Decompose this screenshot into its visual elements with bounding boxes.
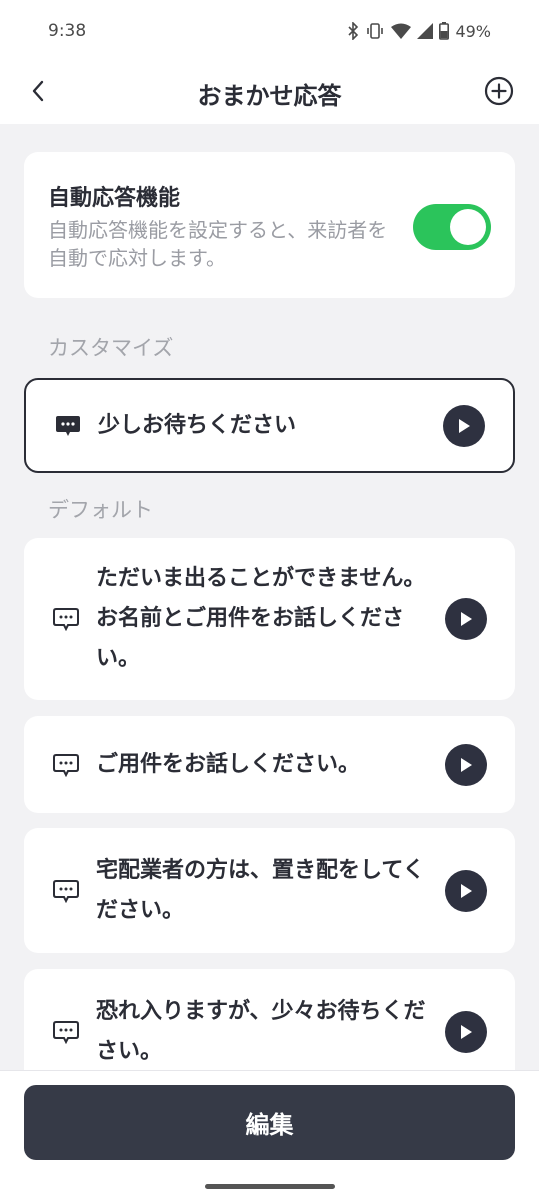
play-icon [459, 418, 470, 433]
message-outline-icon [52, 751, 80, 779]
wifi-icon [391, 23, 412, 39]
status-icons: 49% [347, 22, 491, 41]
status-bar: 9:38 49% [0, 0, 539, 62]
default-message-item[interactable]: 恐れ入りますが、少々お待ちください。 [24, 969, 515, 1070]
play-button[interactable] [445, 598, 487, 640]
message-outline-icon [52, 605, 80, 633]
play-button[interactable] [445, 1010, 487, 1053]
play-icon [461, 612, 472, 626]
vibrate-icon [365, 22, 385, 40]
battery-percent: 49% [455, 21, 491, 41]
signal-icon [417, 23, 434, 39]
page-title: おまかせ応答 [197, 81, 342, 110]
default-message-item[interactable]: ご用件をお話しください。 [24, 716, 515, 813]
message-text: 少しお待ちください [98, 412, 297, 438]
default-message-item[interactable]: 宅配業者の方は、置き配をしてください。 [24, 828, 515, 953]
section-label-default: デフォルト [48, 498, 153, 522]
play-icon [461, 1024, 472, 1039]
default-message-item[interactable]: ただいま出ることができません。お名前とご用件をお話しください。 [24, 538, 515, 700]
auto-response-toggle[interactable] [413, 204, 491, 250]
play-button[interactable] [443, 404, 485, 447]
auto-response-card: 自動応答機能 自動応答機能を設定すると、来訪者を自動で応対します。 [24, 152, 515, 298]
section-label-custom: カスタマイズ [48, 336, 174, 360]
plus-circle-icon [484, 76, 514, 110]
home-indicator[interactable] [205, 1184, 335, 1189]
message-list-area[interactable]: 自動応答機能 自動応答機能を設定すると、来訪者を自動で応対します。 カスタマイズ… [0, 124, 539, 1070]
play-button[interactable] [445, 869, 487, 912]
message-text: 恐れ入りますが、少々お待ちください。 [96, 998, 426, 1064]
chevron-left-icon [30, 79, 46, 107]
edit-button[interactable]: 編集 [24, 1085, 515, 1160]
play-button[interactable] [445, 743, 487, 786]
message-outline-icon [52, 1018, 80, 1046]
app-bar: おまかせ応答 [0, 62, 539, 124]
toggle-knob [450, 209, 486, 245]
status-time: 9:38 [48, 21, 87, 41]
auto-response-description: 自動応答機能を設定すると、来訪者を自動で応対します。 [48, 218, 388, 270]
add-button[interactable] [481, 75, 517, 111]
message-filled-icon [54, 412, 82, 440]
bottom-bar: 編集 [0, 1070, 539, 1200]
play-icon [461, 757, 472, 772]
message-text: 宅配業者の方は、置き配をしてください。 [96, 857, 425, 923]
custom-message-item[interactable]: 少しお待ちください [24, 378, 515, 473]
message-outline-icon [52, 877, 80, 905]
play-icon [461, 883, 472, 898]
battery-icon [439, 22, 450, 40]
message-text: ただいま出ることができません。お名前とご用件をお話しください。 [96, 566, 426, 671]
message-text: ご用件をお話しください。 [96, 751, 361, 777]
bluetooth-icon [347, 22, 359, 40]
back-button[interactable] [20, 75, 56, 111]
